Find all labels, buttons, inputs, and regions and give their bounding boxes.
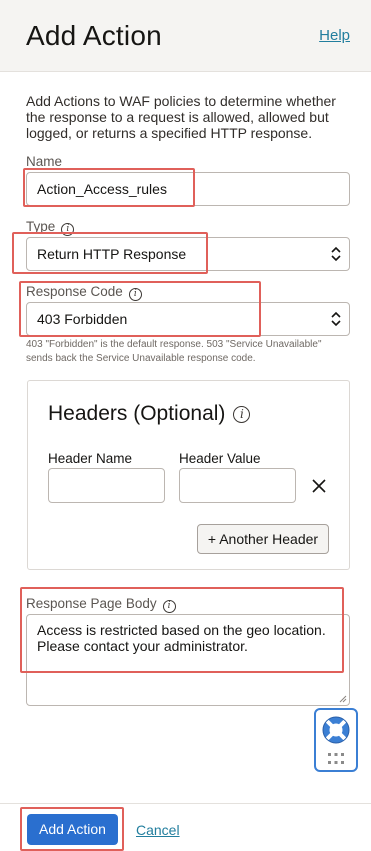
info-icon[interactable]: i <box>233 406 251 423</box>
type-label: Type i <box>26 219 75 236</box>
drag-handle-icon[interactable] <box>327 752 345 766</box>
close-icon[interactable] <box>311 478 327 494</box>
response-code-select-value: 403 Forbidden <box>37 311 128 327</box>
info-icon[interactable]: i <box>61 223 75 236</box>
another-header-button[interactable]: + Another Header <box>197 524 329 554</box>
help-desk-widget[interactable] <box>314 708 358 772</box>
header-name-input[interactable] <box>48 468 165 503</box>
name-input[interactable]: Action_Access_rules <box>26 172 350 206</box>
add-action-button[interactable]: Add Action <box>27 814 118 845</box>
select-arrows-icon <box>331 311 341 327</box>
response-body-textarea[interactable]: Access is restricted based on the geo lo… <box>26 614 350 706</box>
type-select-value: Return HTTP Response <box>37 246 187 262</box>
lifebuoy-icon <box>322 716 350 744</box>
info-icon[interactable]: i <box>128 288 142 301</box>
response-code-select[interactable]: 403 Forbidden <box>26 302 350 336</box>
intro-text: Add Actions to WAF policies to determine… <box>26 93 336 141</box>
response-body-text: Access is restricted based on the geo lo… <box>37 622 326 654</box>
headers-card: Headers (Optional) i Header Name Header V… <box>27 380 350 570</box>
page-title: Add Action <box>26 20 162 51</box>
header-value-label: Header Value <box>179 451 261 466</box>
name-label: Name <box>26 154 63 169</box>
headers-title: Headers (Optional) i <box>48 402 251 426</box>
header-name-label: Header Name <box>48 451 133 466</box>
response-body-label: Response Page Body i <box>26 596 176 613</box>
type-select[interactable]: Return HTTP Response <box>26 237 350 271</box>
panel-header: Add Action Help <box>0 0 371 72</box>
response-code-label: Response Code i <box>26 284 142 301</box>
response-code-hint: 403 "Forbidden" is the default response.… <box>26 339 322 364</box>
header-value-input[interactable] <box>179 468 296 503</box>
help-link[interactable]: Help <box>319 27 350 44</box>
select-arrows-icon <box>331 246 341 262</box>
cancel-link[interactable]: Cancel <box>136 822 180 838</box>
resize-grip-icon[interactable] <box>339 695 347 703</box>
info-icon[interactable]: i <box>162 600 176 613</box>
